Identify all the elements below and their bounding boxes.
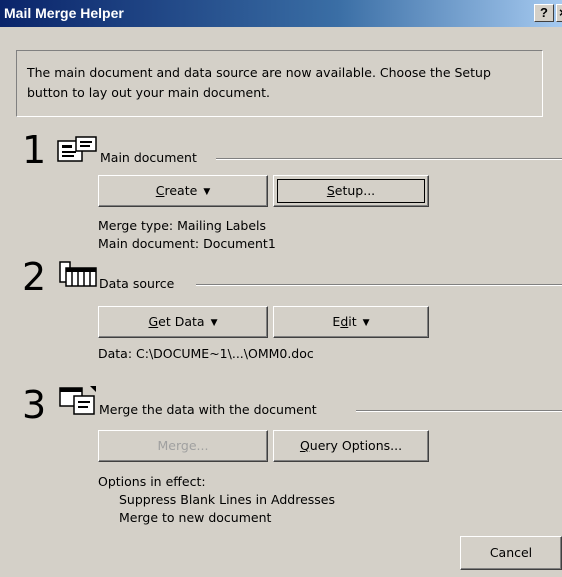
dropdown-arrow-icon: ▼ bbox=[210, 317, 218, 328]
create-button[interactable]: Create ▼ bbox=[98, 175, 268, 207]
data-source-divider bbox=[196, 284, 562, 286]
main-document-info: Main document: Document1 bbox=[98, 236, 276, 251]
window-title: Mail Merge Helper bbox=[4, 5, 124, 21]
merge-section-label: Merge the data with the document bbox=[99, 402, 317, 417]
data-source-label: Data source bbox=[99, 276, 175, 291]
step-1-number: 1 bbox=[22, 128, 47, 172]
close-button[interactable]: × bbox=[556, 4, 562, 22]
options-in-effect-label: Options in effect: bbox=[98, 474, 206, 489]
merge-section-divider bbox=[356, 410, 562, 412]
mail-merge-helper-dialog: Mail Merge Helper ? × The main document … bbox=[0, 0, 562, 577]
main-document-label: Main document bbox=[100, 150, 197, 165]
get-data-button[interactable]: Get Data ▼ bbox=[98, 306, 268, 338]
dropdown-arrow-icon: ▼ bbox=[203, 186, 211, 197]
query-options-button[interactable]: Query Options... bbox=[273, 430, 429, 462]
main-document-divider bbox=[216, 158, 562, 160]
data-source-icon bbox=[59, 261, 97, 287]
step-2-number: 2 bbox=[22, 255, 47, 299]
merge-button[interactable]: Merge... bbox=[98, 430, 268, 462]
merge-icon bbox=[59, 386, 96, 415]
main-document-icon bbox=[57, 136, 97, 162]
title-bar: Mail Merge Helper ? × bbox=[0, 0, 562, 27]
merge-type-info: Merge type: Mailing Labels bbox=[98, 218, 267, 233]
help-button[interactable]: ? bbox=[534, 4, 554, 22]
step-3-number: 3 bbox=[22, 383, 47, 427]
data-source-info: Data: C:\DOCUME~1\...\OMM0.doc bbox=[98, 346, 314, 361]
option-merge-to-new-document: Merge to new document bbox=[119, 510, 272, 525]
edit-button[interactable]: Edit ▼ bbox=[273, 306, 429, 338]
cancel-button[interactable]: Cancel bbox=[460, 536, 562, 570]
intro-message: The main document and data source are no… bbox=[16, 50, 543, 117]
setup-button[interactable]: Setup... bbox=[273, 175, 429, 207]
option-suppress-blank-lines: Suppress Blank Lines in Addresses bbox=[119, 492, 336, 507]
dropdown-arrow-icon: ▼ bbox=[362, 317, 370, 328]
